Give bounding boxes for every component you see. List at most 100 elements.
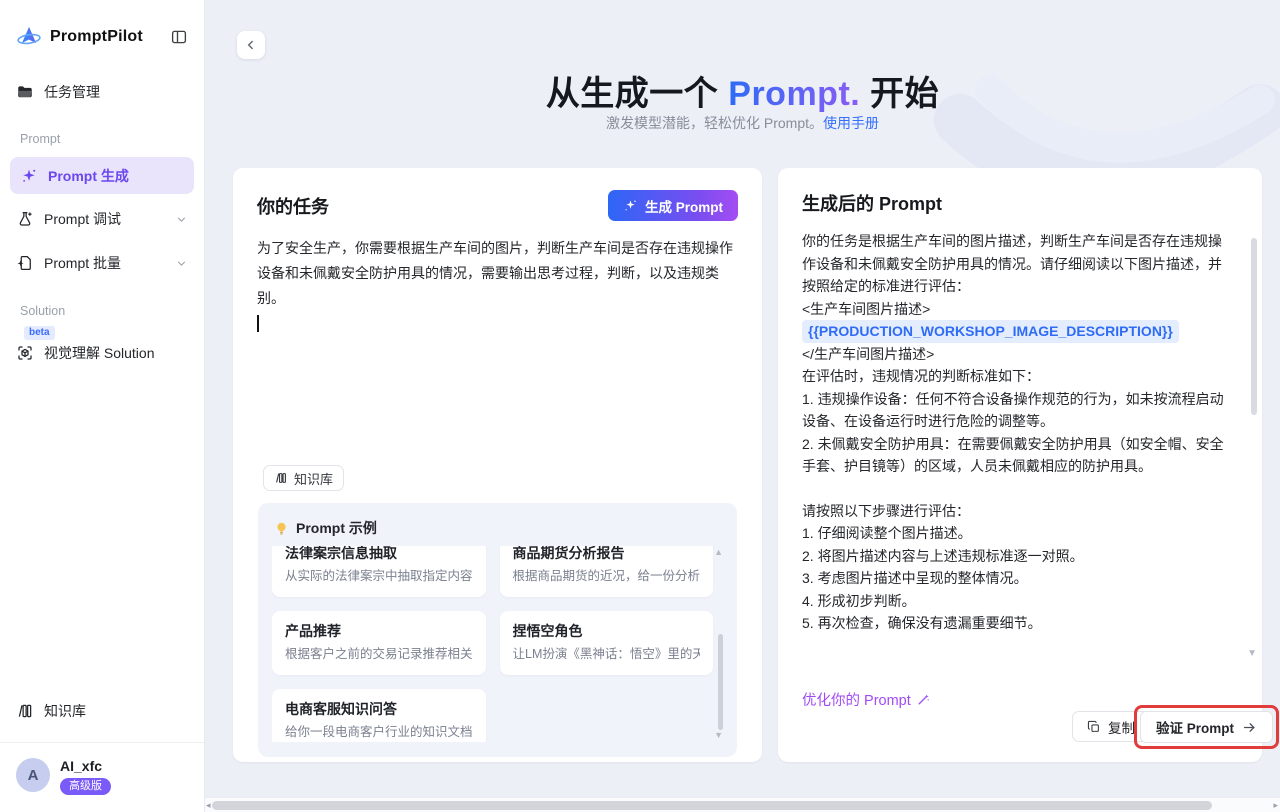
example-title: 电商客服知识问答 xyxy=(285,699,473,719)
books-icon xyxy=(16,702,34,720)
optimize-prompt-link[interactable]: 优化你的 Prompt xyxy=(802,689,931,710)
example-desc: 给你一段电商客户行业的知识文档，… xyxy=(285,723,473,742)
result-panel: 生成后的 Prompt 你的任务是根据生产车间的图片描述，判断生产车间是否存在违… xyxy=(778,168,1262,762)
examples-header: Prompt 示例 xyxy=(296,518,377,538)
prompt-variable[interactable]: {{PRODUCTION_WORKSHOP_IMAGE_DESCRIPTION}… xyxy=(802,320,1179,343)
step-item: 5. 再次检查，确保没有遗漏重要细节。 xyxy=(802,612,1234,635)
example-card[interactable]: 产品推荐 根据客户之前的交易记录推荐相关产… xyxy=(272,611,486,675)
copy-button-label: 复制 xyxy=(1108,717,1135,737)
title-highlight: Prompt. xyxy=(728,75,860,113)
vision-cube-icon xyxy=(16,344,34,362)
chevron-down-icon xyxy=(175,257,188,270)
sparkle-icon xyxy=(623,198,638,213)
examples-scroll-area[interactable]: 法律案宗信息抽取 从实际的法律案宗中抽取指定内容，… 商品期货分析报告 根据商品… xyxy=(272,546,723,742)
task-input[interactable]: 为了安全生产，你需要根据生产车间的图片，判断生产车间是否存在违规操作设备和未佩戴… xyxy=(257,236,738,332)
prompt-tag-open: <生产车间图片描述> xyxy=(802,298,1234,321)
scroll-left-arrow-icon[interactable]: ◂ xyxy=(206,800,211,811)
example-desc: 从实际的法律案宗中抽取指定内容，… xyxy=(285,567,473,586)
sidebar-item-knowledge-base[interactable]: 知识库 xyxy=(0,693,204,729)
generate-prompt-button[interactable]: 生成 Prompt xyxy=(608,190,738,221)
main-content: 从生成一个 Prompt. 开始 激发模型潜能，轻松优化 Prompt。使用手册… xyxy=(205,0,1280,812)
sidebar-item-prompt-batch[interactable]: Prompt 批量 xyxy=(0,245,204,281)
step-item: 2. 将图片描述内容与上述违规标准逐一对照。 xyxy=(802,545,1234,568)
sidebar-item-prompt-generate[interactable]: Prompt 生成 xyxy=(10,157,194,194)
title-suffix: 开始 xyxy=(860,75,939,113)
sidebar-item-label: Prompt 生成 xyxy=(48,166,129,186)
example-title: 产品推荐 xyxy=(285,621,473,641)
sidebar-divider xyxy=(0,742,204,743)
promptpilot-app: PromptPilot 任务管理 Prompt xyxy=(0,0,1280,812)
title-prefix: 从生成一个 xyxy=(546,75,728,113)
knowledge-base-chip[interactable]: 知识库 xyxy=(263,465,344,491)
avatar: A xyxy=(16,758,50,792)
horizontal-scrollbar-thumb[interactable] xyxy=(212,801,1212,810)
books-icon xyxy=(274,471,288,485)
example-desc: 让LM扮演《黑神话：悟空》里的天命… xyxy=(513,645,701,664)
steps-intro: 请按照以下步骤进行评估： xyxy=(802,500,1234,523)
scroll-up-arrow-icon[interactable]: ▲ xyxy=(714,548,723,557)
page-title: 从生成一个 Prompt. 开始 xyxy=(205,66,1280,115)
sidebar-item-prompt-debug[interactable]: Prompt 调试 xyxy=(0,201,204,237)
chevron-down-icon xyxy=(175,213,188,226)
scroll-down-arrow-icon[interactable]: ▼ xyxy=(714,731,723,740)
subtitle-text: 激发模型潜能，轻松优化 Prompt。 xyxy=(606,115,823,131)
scroll-right-arrow-icon[interactable]: ▸ xyxy=(1273,800,1278,811)
annotation-highlight-box: 验证 Prompt xyxy=(1134,705,1279,749)
logo-row: PromptPilot xyxy=(16,20,190,54)
user-profile[interactable]: A AI_xfc 高级版 xyxy=(16,758,194,795)
optimize-link-label: 优化你的 Prompt xyxy=(802,689,911,710)
beta-badge: beta xyxy=(24,326,55,340)
result-scrollbar-thumb[interactable] xyxy=(1251,238,1257,415)
back-button[interactable] xyxy=(237,31,265,59)
document-star-icon xyxy=(16,254,34,272)
criteria-item: 2. 未佩戴安全防护用具：在需要佩戴安全防护用具（如安全帽、安全手套、护目镜等）… xyxy=(802,433,1234,478)
sidebar-item-label: 视觉理解 Solution xyxy=(44,343,154,363)
example-card[interactable]: 商品期货分析报告 根据商品期货的近况，给一份分析报… xyxy=(500,546,714,597)
step-item: 4. 形成初步判断。 xyxy=(802,590,1234,613)
step-item: 1. 仔细阅读整个图片描述。 xyxy=(802,522,1234,545)
magic-wand-icon xyxy=(916,692,931,707)
example-title: 法律案宗信息抽取 xyxy=(285,546,473,563)
plan-badge: 高级版 xyxy=(60,778,111,795)
sidebar-item-label: 任务管理 xyxy=(44,82,100,102)
criteria-item: 1. 违规操作设备：任何不符合设备操作规范的行为，如未按流程启动设备、在设备运行… xyxy=(802,388,1234,433)
knowledge-chip-label: 知识库 xyxy=(294,469,333,488)
folder-icon xyxy=(16,83,34,101)
prompt-examples-section: Prompt 示例 法律案宗信息抽取 从实际的法律案宗中抽取指定内容，… 商品期… xyxy=(258,503,737,757)
page-subtitle: 激发模型潜能，轻松优化 Prompt。使用手册 xyxy=(205,113,1280,133)
example-desc: 根据商品期货的近况，给一份分析报… xyxy=(513,567,701,586)
example-title: 商品期货分析报告 xyxy=(513,546,701,563)
example-title: 捏悟空角色 xyxy=(513,621,701,641)
user-name: AI_xfc xyxy=(60,758,111,775)
verify-prompt-button[interactable]: 验证 Prompt xyxy=(1140,711,1273,743)
sidebar-collapse-icon[interactable] xyxy=(168,26,190,48)
task-panel-title: 你的任务 xyxy=(257,193,329,219)
generate-button-label: 生成 Prompt xyxy=(645,196,723,216)
sidebar-item-label: 知识库 xyxy=(44,701,86,721)
sidebar-item-label: Prompt 批量 xyxy=(44,253,121,273)
text-cursor xyxy=(257,315,259,332)
sidebar: PromptPilot 任务管理 Prompt xyxy=(0,0,205,812)
section-label-solution: Solution xyxy=(20,304,65,318)
verify-button-label: 验证 Prompt xyxy=(1156,717,1234,737)
generated-prompt-text[interactable]: 你的任务是根据生产车间的图片描述，判断生产车间是否存在违规操作设备和未佩戴安全防… xyxy=(802,230,1234,635)
task-text: 为了安全生产，你需要根据生产车间的图片，判断生产车间是否存在违规操作设备和未佩戴… xyxy=(257,240,733,306)
example-card[interactable]: 法律案宗信息抽取 从实际的法律案宗中抽取指定内容，… xyxy=(272,546,486,597)
prompt-paragraph: 你的任务是根据生产车间的图片描述，判断生产车间是否存在违规操作设备和未佩戴安全防… xyxy=(802,230,1234,298)
sidebar-item-label: Prompt 调试 xyxy=(44,209,121,229)
promptpilot-logo-icon xyxy=(16,24,42,50)
sidebar-item-vision-solution[interactable]: beta 视觉理解 Solution xyxy=(0,338,204,368)
manual-link[interactable]: 使用手册 xyxy=(823,115,879,131)
examples-scrollbar-thumb[interactable] xyxy=(718,634,723,730)
scroll-down-arrow-icon[interactable]: ▼ xyxy=(1247,648,1257,659)
flask-icon xyxy=(16,210,34,228)
arrow-right-icon xyxy=(1242,720,1257,735)
sidebar-item-task-management[interactable]: 任务管理 xyxy=(0,74,204,110)
lightbulb-icon xyxy=(274,521,289,536)
copy-icon xyxy=(1087,720,1101,734)
prompt-tag-close: </生产车间图片描述> xyxy=(802,343,1234,366)
result-panel-title: 生成后的 Prompt xyxy=(802,190,942,216)
example-card[interactable]: 电商客服知识问答 给你一段电商客户行业的知识文档，… xyxy=(272,689,486,742)
horizontal-scrollbar[interactable]: ◂ ▸ xyxy=(205,797,1280,812)
example-card[interactable]: 捏悟空角色 让LM扮演《黑神话：悟空》里的天命… xyxy=(500,611,714,675)
